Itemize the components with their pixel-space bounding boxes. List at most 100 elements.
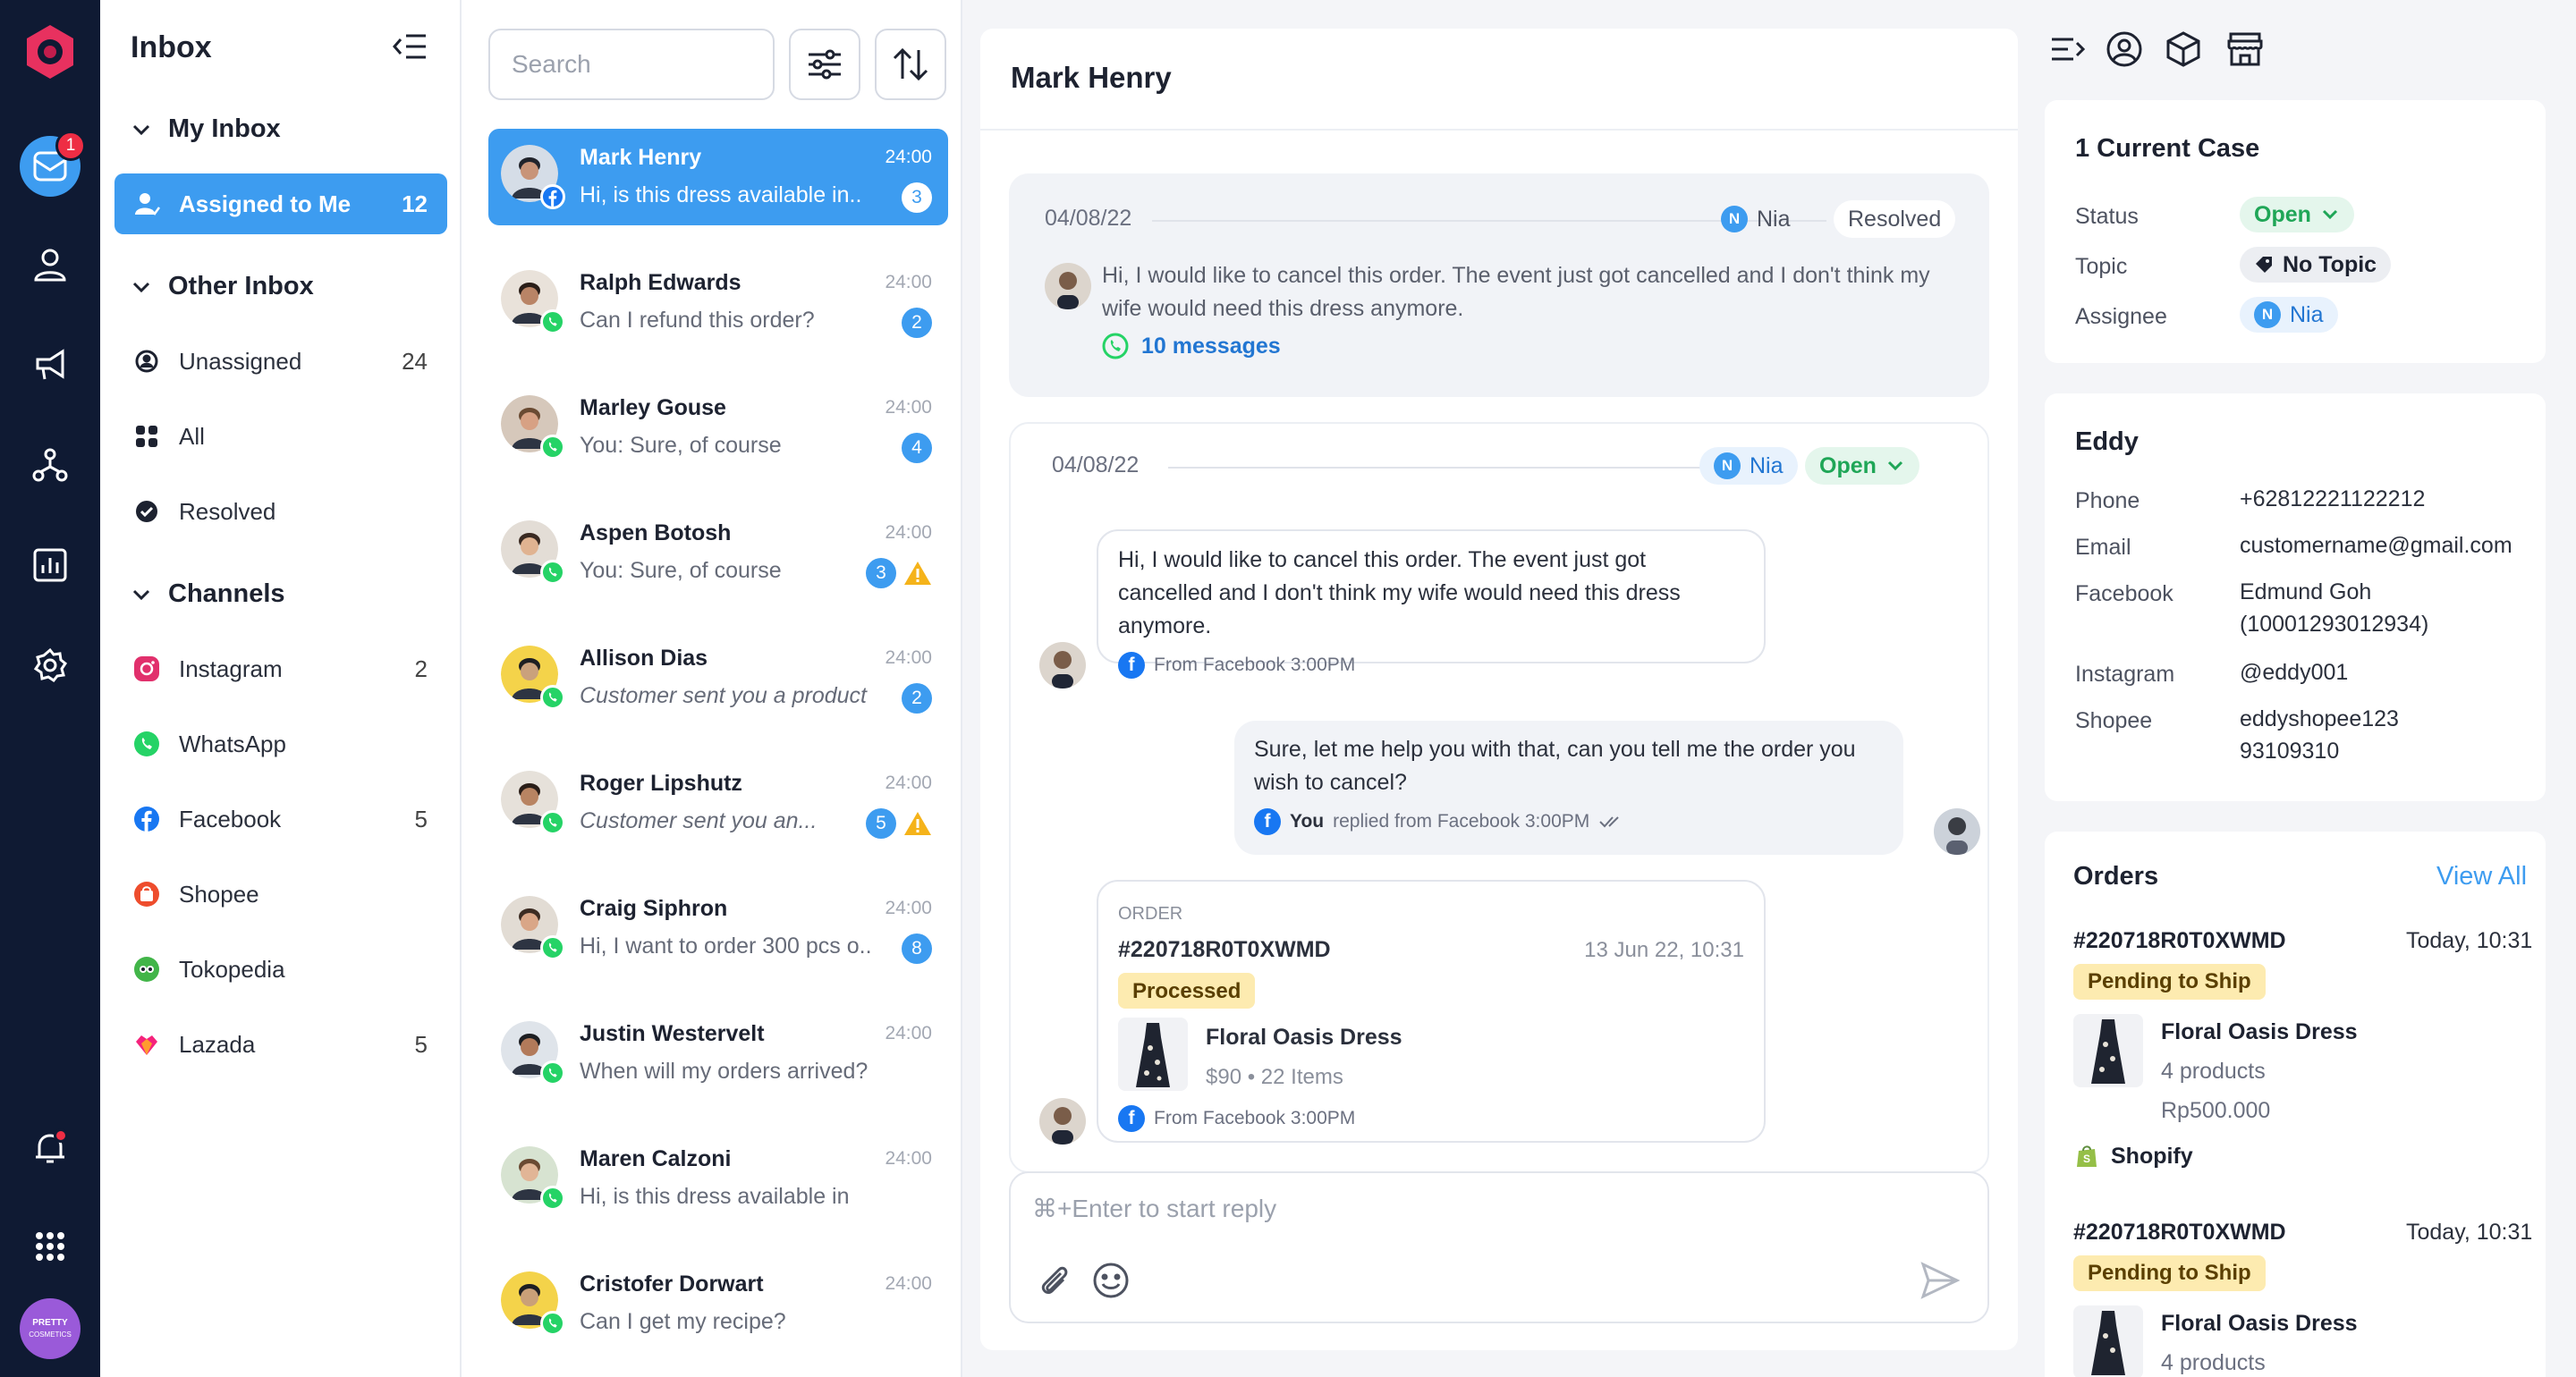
sidebar-item-instagram[interactable]: Instagram 2 (114, 638, 447, 699)
logo-icon[interactable] (20, 21, 80, 82)
whatsapp-label: WhatsApp (179, 730, 286, 757)
assigned-user-icon (132, 190, 161, 218)
contact-name: Allison Dias (580, 646, 708, 671)
sidebar-item-assigned-to-me[interactable]: Assigned to Me 12 (114, 173, 447, 234)
assigned-label: Assigned to Me (179, 190, 352, 217)
email-value: customername@gmail.com (2240, 533, 2512, 558)
sidebar-item-facebook[interactable]: Facebook 5 (114, 789, 447, 849)
chevron-down-icon (2322, 209, 2337, 220)
customer-info-card: Eddy Phone +62812221122212 Email custome… (2045, 393, 2546, 801)
product-name: Floral Oasis Dress (1206, 1025, 1402, 1050)
contact-name: Marley Gouse (580, 395, 726, 420)
product-price: $90 • 22 Items (1206, 1065, 1343, 1089)
order-status-badge: Pending to Ship (2073, 1255, 2266, 1291)
conversation-item[interactable]: Craig Siphron Hi, I want to order 300 pcs… (488, 880, 948, 976)
status-dropdown[interactable]: Open (2240, 197, 2354, 232)
message-text: Sure, let me help you with that, can you… (1254, 737, 1856, 795)
topic-tag[interactable]: No Topic (2240, 247, 2392, 283)
inbox-icon[interactable]: 1 (20, 131, 86, 197)
incoming-message[interactable]: Hi, I would like to cancel this order. T… (1097, 529, 1766, 679)
product-qty: 4 products (2161, 1059, 2266, 1084)
assigned-count: 12 (402, 190, 428, 217)
resolved-status-pill: Resolved (1834, 200, 1956, 238)
message-time: 24:00 (885, 898, 932, 918)
conversation-item[interactable]: Maren Calzoni Hi, is this dress available… (488, 1130, 948, 1227)
search-input[interactable] (512, 50, 835, 79)
broadcast-icon[interactable] (20, 334, 80, 395)
current-case-card: 1 Current Case Status Open Topic No Topi… (2045, 100, 2546, 363)
case-last-message: Hi, I would like to cancel this order. T… (1102, 263, 1930, 321)
sidebar-item-unassigned[interactable]: Unassigned 24 (114, 331, 447, 392)
chevron-down-icon (132, 124, 150, 135)
my-inbox-section[interactable]: My Inbox (131, 114, 281, 144)
resolved-case-card[interactable]: 04/08/22 N Nia Resolved Hi, I would like… (1009, 173, 1989, 397)
view-all-orders-link[interactable]: View All (2436, 862, 2527, 891)
reply-input[interactable] (1032, 1195, 1837, 1223)
assignee-tag[interactable]: N Nia (2240, 297, 2338, 333)
double-check-icon (1599, 815, 1619, 827)
sidebar-item-lazada[interactable]: Lazada 5 (114, 1014, 447, 1075)
sidebar-item-all[interactable]: All (114, 406, 447, 467)
brand-avatar[interactable]: PRETTY COSMETICS (20, 1298, 80, 1359)
send-icon[interactable] (1919, 1261, 1961, 1300)
store-name: Shopify (2111, 1143, 2193, 1169)
topic-label: Topic (2075, 254, 2128, 279)
orders-box-icon[interactable] (2165, 30, 2202, 68)
messages-link[interactable]: 10 messages (1102, 333, 1281, 359)
app-rail: 1 PRETTY COSMETICS (0, 0, 100, 1377)
sort-button[interactable] (875, 29, 946, 100)
sort-arrows-icon (893, 47, 928, 81)
conversation-item[interactable]: Justin Westervelt When will my orders arr… (488, 1005, 948, 1102)
contacts-icon[interactable] (20, 234, 80, 295)
facebook-count: 5 (414, 805, 428, 832)
conversation-item[interactable]: Aspen Botosh You: Sure, of course 24:00 3 (488, 504, 948, 601)
filter-button[interactable] (789, 29, 860, 100)
sidebar-item-tokopedia[interactable]: Tokopedia (114, 939, 447, 1000)
conversation-item[interactable]: Cristofer Dorwart Can I get my recipe? 24:… (488, 1255, 948, 1352)
order-message-card[interactable]: ORDER #220718R0T0XWMD 13 Jun 22, 10:31 P… (1097, 880, 1766, 1143)
facebook-icon: f (1118, 651, 1145, 679)
notification-bell-icon[interactable] (20, 1118, 80, 1178)
messages-count: 10 messages (1141, 333, 1281, 359)
assignee-avatar: N (2254, 301, 2281, 328)
reports-icon[interactable] (20, 535, 80, 596)
attachment-paperclip-icon[interactable] (1034, 1261, 1073, 1300)
conversation-item[interactable]: Roger Lipshutz Customer sent you an... 24:… (488, 755, 948, 851)
outgoing-message[interactable]: Sure, let me help you with that, can you… (1234, 721, 1903, 855)
sidebar-item-resolved[interactable]: Resolved (114, 481, 447, 542)
apps-grid-icon[interactable] (20, 1216, 80, 1277)
shopee-label: Shopee (179, 880, 259, 908)
message-time: 24:00 (885, 522, 932, 543)
conversation-item[interactable]: Ralph Edwards Can I refund this order? 24:… (488, 254, 948, 351)
chat-panel: Mark Henry 04/08/22 N Nia Resolved Hi, I… (980, 29, 2018, 1350)
conversation-item[interactable]: Allison Dias Customer sent you a product 2… (488, 629, 948, 726)
case-date: 04/08/22 (1052, 452, 1140, 477)
other-inbox-label: Other Inbox (168, 272, 314, 300)
shopee-field-id: 93109310 (2240, 739, 2340, 764)
collapse-sidebar-icon[interactable] (392, 30, 428, 63)
settings-icon[interactable] (20, 635, 80, 696)
facebook-icon: f (1118, 1104, 1145, 1132)
all-grid-icon (132, 422, 161, 451)
conversation-item[interactable]: Marley Gouse You: Sure, of course 24:00 4 (488, 379, 948, 476)
workflow-icon[interactable] (20, 435, 80, 495)
assignee-label: Assignee (2075, 304, 2167, 329)
other-inbox-section[interactable]: Other Inbox (131, 272, 314, 301)
panel-menu-icon[interactable] (2048, 30, 2086, 68)
message-time: 24:00 (885, 773, 932, 793)
emoji-smile-icon[interactable] (1091, 1261, 1131, 1300)
sidebar-item-whatsapp[interactable]: WhatsApp (114, 714, 447, 774)
message-time: 24:00 (885, 1273, 932, 1294)
sidebar-item-shopee[interactable]: Shopee (114, 864, 447, 925)
order-id[interactable]: #220718R0T0XWMD (2073, 928, 2286, 954)
order-id[interactable]: #220718R0T0XWMD (2073, 1220, 2286, 1246)
open-status-dropdown[interactable]: Open (1805, 447, 1919, 485)
channels-section[interactable]: Channels (131, 579, 285, 609)
customer-profile-icon[interactable] (2106, 30, 2143, 68)
facebook-icon: f (1254, 807, 1281, 835)
store-icon[interactable] (2225, 30, 2265, 68)
message-preview: You: Sure, of course (580, 433, 782, 458)
svg-text:PRETTY: PRETTY (32, 1318, 68, 1328)
conversation-item[interactable]: Mark Henry Hi, is this dress available in… (488, 129, 948, 225)
whatsapp-icon (540, 309, 565, 334)
